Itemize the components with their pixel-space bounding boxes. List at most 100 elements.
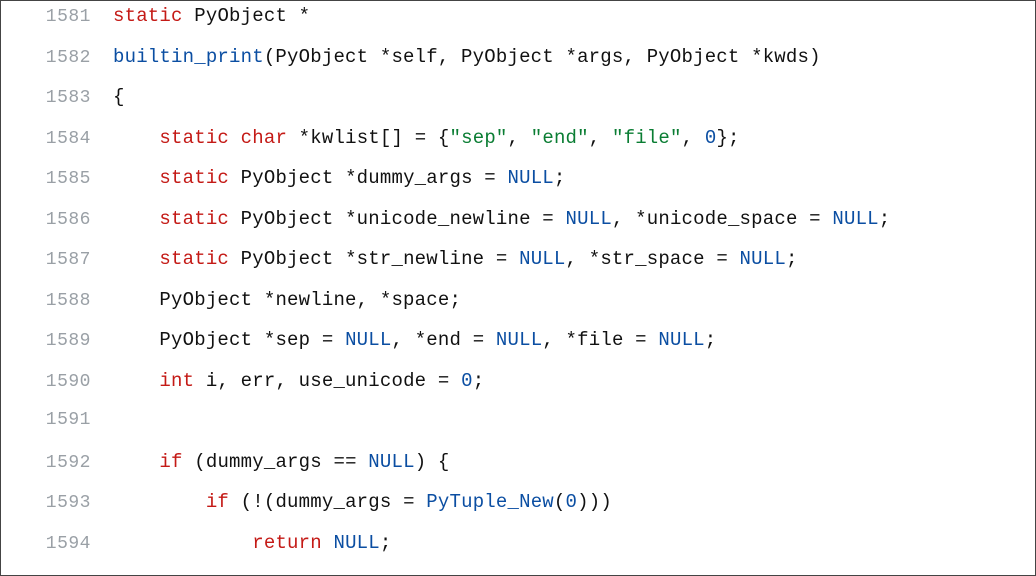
code-viewer[interactable]: 1581static PyObject *1582builtin_print(P… [0,0,1036,576]
token-null: NULL [832,208,878,230]
token-kw: if [206,491,229,513]
token-null: NULL [519,248,565,270]
token-plain: PyObject *dummy_args = [229,167,507,189]
code-line[interactable]: 1593 if (!(dummy_args = PyTuple_New(0))) [1,491,1035,532]
code-line[interactable]: 1589 PyObject *sep = NULL, *end = NULL, … [1,329,1035,370]
token-str: "file" [612,127,682,149]
line-number: 1581 [1,7,113,27]
token-plain: ; [786,248,798,270]
token-kw: if [159,451,182,473]
token-plain: PyObject * [194,5,310,27]
code-line[interactable]: 1582builtin_print(PyObject *self, PyObje… [1,46,1035,87]
token-kw: return [252,532,322,554]
code-content[interactable]: if (dummy_args == NULL) { [113,451,1035,473]
token-null: NULL [740,248,786,270]
token-plain: ))) [577,491,612,513]
line-number: 1582 [1,48,113,68]
token-plain: (!(dummy_args = [229,491,426,513]
code-line[interactable]: 1581static PyObject * [1,5,1035,46]
code-content[interactable]: return NULL; [113,532,1035,554]
token-plain: , [589,127,612,149]
code-content[interactable]: static PyObject *dummy_args = NULL; [113,167,1035,189]
line-number: 1593 [1,493,113,513]
code-content[interactable]: if (!(dummy_args = PyTuple_New(0))) [113,491,1035,513]
code-line[interactable]: 1592 if (dummy_args == NULL) { [1,451,1035,492]
token-kw: static [159,127,229,149]
token-plain: (PyObject *self, PyObject *args, PyObjec… [264,46,821,68]
token-plain: , *str_space = [566,248,740,270]
code-content[interactable]: PyObject *sep = NULL, *end = NULL, *file… [113,329,1035,351]
token-indent [113,289,159,311]
token-plain [322,532,334,554]
token-null: NULL [368,451,414,473]
code-line[interactable]: 1594 return NULL; [1,532,1035,573]
token-plain: PyObject *str_newline = [229,248,519,270]
line-number: 1584 [1,129,113,149]
code-content[interactable]: { [113,86,1035,108]
code-line[interactable]: 1587 static PyObject *str_newline = NULL… [1,248,1035,289]
code-line[interactable]: 1585 static PyObject *dummy_args = NULL; [1,167,1035,208]
token-plain: PyObject *sep = [159,329,345,351]
token-indent [113,451,159,473]
line-number: 1592 [1,453,113,473]
line-number: 1594 [1,534,113,554]
code-line[interactable]: 1583{ [1,86,1035,127]
token-fn: builtin_print [113,46,264,68]
token-str: "sep" [450,127,508,149]
token-plain: , *file = [542,329,658,351]
code-line[interactable]: 1588 PyObject *newline, *space; [1,289,1035,330]
token-sp [229,127,241,149]
code-content[interactable]: int i, err, use_unicode = 0; [113,370,1035,392]
token-indent [113,248,159,270]
token-plain: (dummy_args == [183,451,369,473]
token-plain: ; [879,208,891,230]
token-sp [183,5,195,27]
token-plain: }; [716,127,739,149]
code-content[interactable]: static PyObject * [113,5,1035,27]
token-plain: , *unicode_space = [612,208,832,230]
token-indent [113,167,159,189]
token-plain: ; [705,329,717,351]
token-kw: char [241,127,287,149]
line-number: 1586 [1,210,113,230]
token-indent [113,329,159,351]
token-plain: , [508,127,531,149]
code-line[interactable]: 1586 static PyObject *unicode_newline = … [1,208,1035,249]
token-plain: ; [554,167,566,189]
token-fn: PyTuple_New [426,491,554,513]
code-body[interactable]: 1581static PyObject *1582builtin_print(P… [1,5,1035,572]
code-line[interactable]: 1590 int i, err, use_unicode = 0; [1,370,1035,411]
code-content[interactable]: static PyObject *unicode_newline = NULL,… [113,208,1035,230]
token-null: NULL [508,167,554,189]
token-str: "end" [531,127,589,149]
token-kw: static [159,248,229,270]
token-plain: ; [380,532,392,554]
token-plain: { [113,86,125,108]
token-plain: *kwlist[] = { [287,127,449,149]
token-indent [113,532,252,554]
token-null: NULL [566,208,612,230]
token-plain: , [682,127,705,149]
code-line[interactable]: 1591 [1,410,1035,451]
token-plain: PyObject *unicode_newline = [229,208,565,230]
token-plain: , *end = [391,329,495,351]
token-null: NULL [345,329,391,351]
token-indent [113,208,159,230]
code-content[interactable]: static PyObject *str_newline = NULL, *st… [113,248,1035,270]
token-num: 0 [461,370,473,392]
code-content[interactable]: builtin_print(PyObject *self, PyObject *… [113,46,1035,68]
line-number: 1591 [1,410,113,430]
token-null: NULL [658,329,704,351]
token-num: 0 [705,127,717,149]
token-plain: PyObject *newline, *space; [159,289,461,311]
code-content[interactable]: PyObject *newline, *space; [113,289,1035,311]
code-content[interactable]: static char *kwlist[] = {"sep", "end", "… [113,127,1035,149]
token-null: NULL [496,329,542,351]
line-number: 1583 [1,88,113,108]
line-number: 1588 [1,291,113,311]
token-indent [113,127,159,149]
token-plain: i, err, use_unicode = [194,370,461,392]
code-line[interactable]: 1584 static char *kwlist[] = {"sep", "en… [1,127,1035,168]
line-number: 1587 [1,250,113,270]
token-kw: static [159,208,229,230]
